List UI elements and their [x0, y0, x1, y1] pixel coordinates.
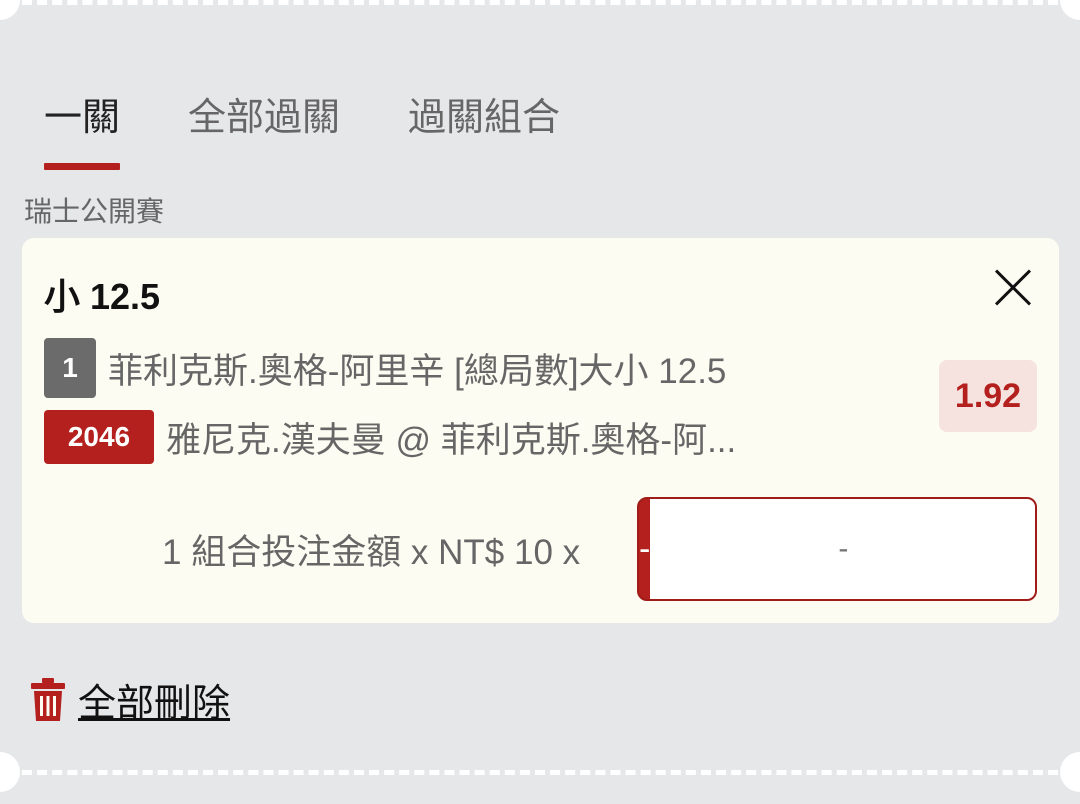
stake-multiplier-input[interactable]	[650, 499, 1035, 599]
trash-icon	[31, 677, 65, 721]
match-code-badge: 2046	[44, 410, 154, 464]
league-name: 瑞士公開賽	[24, 196, 165, 227]
delete-all-button[interactable]: 全部刪除	[30, 672, 230, 727]
selection-row: 1 菲利克斯.奧格-阿里辛 [總局數]大小 12.5	[44, 338, 726, 398]
ticket-notch	[1060, 0, 1080, 20]
decrement-button[interactable]: -	[639, 499, 651, 599]
bet-slip: 一關 全部過關 過關組合 瑞士公開賽 小 12.5 1 菲利克斯.奧格-阿里辛 …	[0, 0, 1080, 804]
ticket-notch	[1060, 752, 1080, 792]
tab-all-parlay[interactable]: 全部過關	[188, 92, 340, 158]
ticket-top-edge	[22, 0, 1058, 5]
delete-all-label: 全部刪除	[78, 683, 231, 725]
match-row: 2046 雅尼克.漢夫曼 @ 菲利克斯.奧格-阿...	[44, 410, 736, 464]
ticket-bottom-edge	[22, 770, 1058, 775]
stake-label: 1 組合投注金額 x NT$ 10 x	[162, 533, 581, 572]
odds-value: 1.92	[939, 360, 1037, 432]
ticket-notch	[0, 752, 20, 792]
bet-title: 小 12.5	[44, 276, 161, 317]
bet-card: 小 12.5 1 菲利克斯.奧格-阿里辛 [總局數]大小 12.5 2046 雅…	[22, 238, 1059, 623]
ticket-notch	[0, 0, 20, 20]
bet-type-tabs: 一關 全部過關 過關組合	[44, 92, 628, 170]
match-text: 雅尼克.漢夫曼 @ 菲利克斯.奧格-阿...	[166, 420, 737, 460]
close-icon[interactable]	[993, 268, 1033, 308]
tab-single[interactable]: 一關	[44, 92, 121, 170]
stake-stepper: - +	[637, 497, 1037, 601]
increment-button[interactable]: +	[1036, 499, 1037, 599]
tab-parlay-combo[interactable]: 過關組合	[408, 92, 560, 158]
selection-text: 菲利克斯.奧格-阿里辛 [總局數]大小 12.5	[108, 351, 727, 391]
selection-number-badge: 1	[44, 338, 96, 398]
